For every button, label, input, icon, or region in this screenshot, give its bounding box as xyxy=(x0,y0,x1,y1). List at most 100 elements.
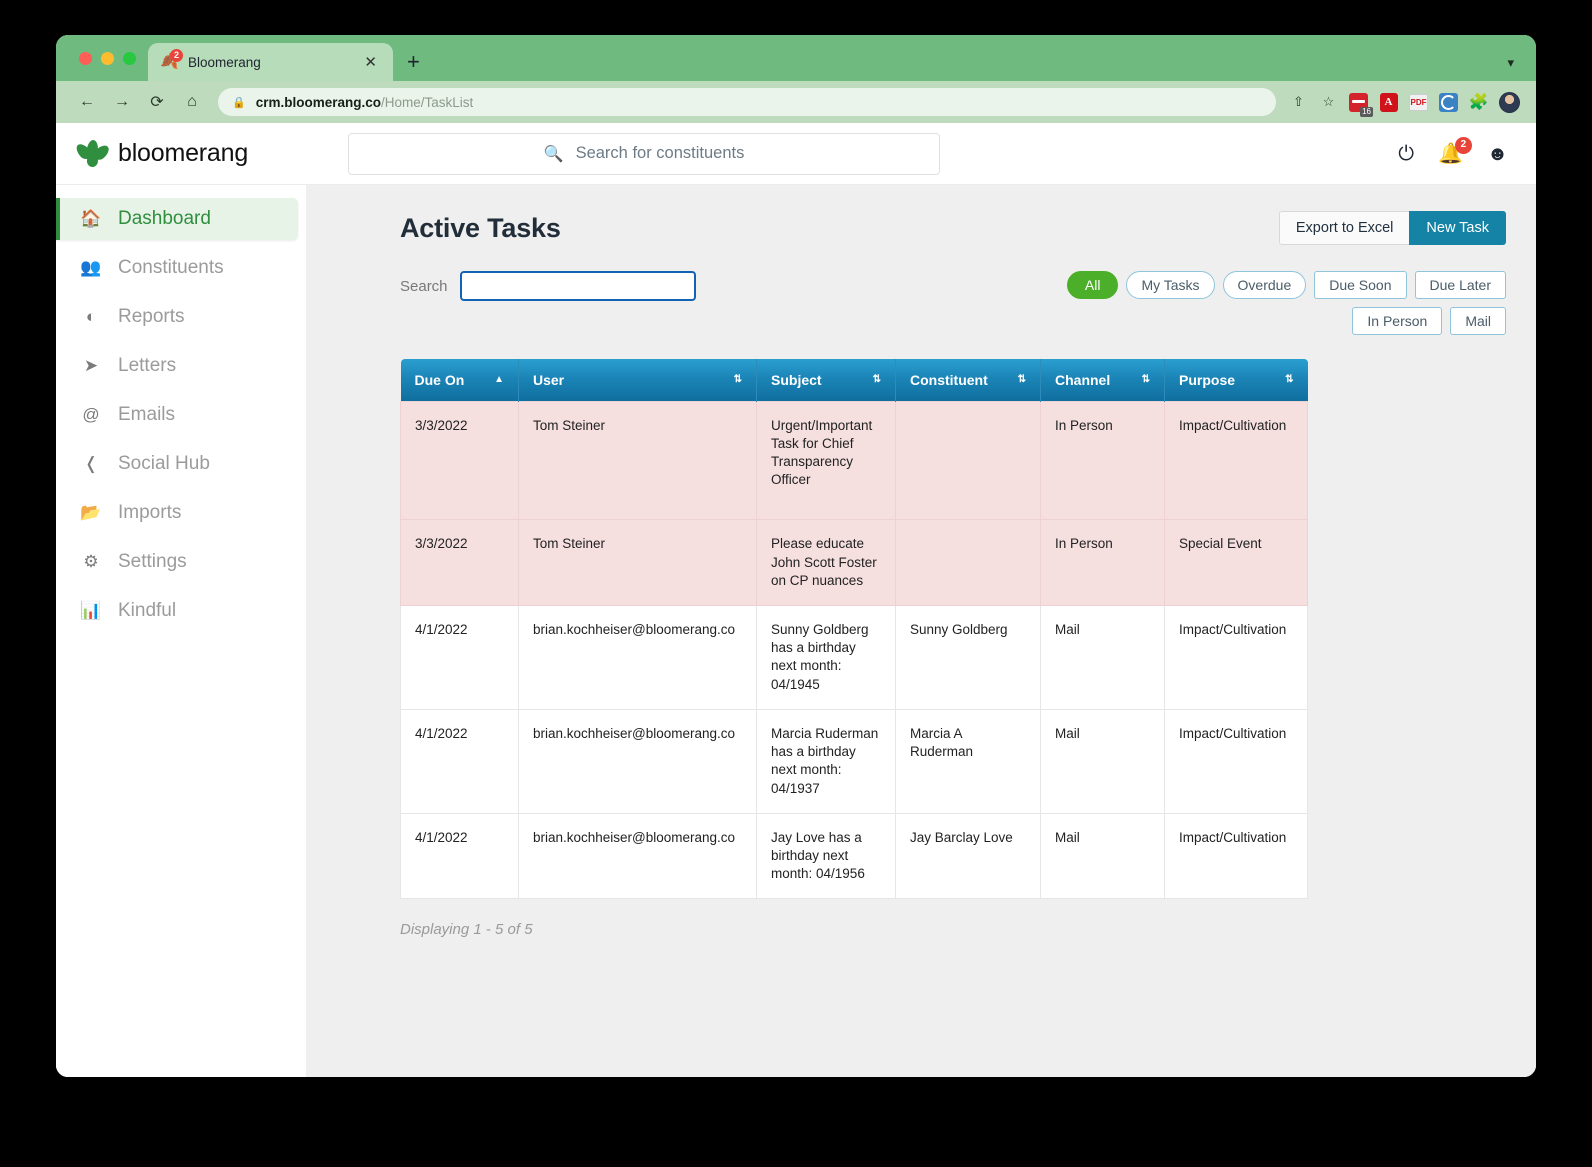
favicon-badge: 2 xyxy=(170,49,183,62)
table-row[interactable]: 4/1/2022 brian.kochheiser@bloomerang.co … xyxy=(400,708,1308,814)
filter-chip-mail[interactable]: Mail xyxy=(1450,307,1506,335)
filter-chip-all[interactable]: All xyxy=(1066,271,1119,299)
main-content: Active Tasks Export to Excel New Task Se… xyxy=(306,185,1536,1077)
bloomerang-leaf-logo-icon xyxy=(73,138,112,167)
column-header-user[interactable]: User ⇅ xyxy=(518,359,757,401)
calendar-badge: 16 xyxy=(1360,106,1373,117)
url-domain: crm.bloomerang.co xyxy=(255,94,381,110)
cell-purpose: Impact/Cultivation xyxy=(1164,605,1308,710)
sidebar-item-social-hub[interactable]: ❬ Social Hub xyxy=(56,443,298,485)
column-header-constituent[interactable]: Constituent ⇅ xyxy=(895,359,1041,401)
at-sign-icon: @ xyxy=(82,405,100,424)
bell-icon[interactable]: 🔔 2 xyxy=(1438,136,1472,164)
cell-user: Tom Steiner xyxy=(518,519,757,607)
sidebar-item-imports[interactable]: 📂 Imports xyxy=(56,492,298,534)
table-row[interactable]: 3/3/2022 Tom Steiner Please educate John… xyxy=(400,519,1308,607)
adobe-pdf-extension-icon[interactable]: A xyxy=(1379,92,1398,112)
cell-constituent: Marcia A Ruderman xyxy=(895,708,1041,814)
cell-subject: Please educate John Scott Foster on CP n… xyxy=(756,519,896,607)
reload-button[interactable]: ⟳ xyxy=(142,87,172,117)
search-input[interactable] xyxy=(459,271,696,301)
column-header-channel[interactable]: Channel ⇅ xyxy=(1040,359,1165,401)
cell-user: Tom Steiner xyxy=(518,400,757,521)
export-to-excel-button[interactable]: Export to Excel xyxy=(1278,211,1410,245)
column-header-subject[interactable]: Subject ⇅ xyxy=(756,359,896,401)
cell-channel: In Person xyxy=(1040,400,1165,521)
sidebar-item-settings[interactable]: ⚙ Settings xyxy=(56,541,298,583)
sidebar-item-reports[interactable]: ◐ Reports xyxy=(56,296,298,338)
calendar-extension-icon[interactable]: 16 xyxy=(1349,92,1373,117)
cell-due-on: 4/1/2022 xyxy=(400,605,519,710)
help-icon[interactable]: ⏻ xyxy=(1398,144,1414,164)
cell-purpose: Special Event xyxy=(1164,519,1308,607)
lock-icon: 🔒 xyxy=(232,96,246,109)
back-button[interactable]: ← xyxy=(72,87,102,117)
grammarly-extension-icon[interactable] xyxy=(1439,92,1458,112)
task-search-group: Search xyxy=(400,271,696,301)
bloomerang-app: bloomerang 🔍 Search for constituents ⏻ 🔔… xyxy=(56,123,1536,1077)
column-header-due-on[interactable]: Due On ▲ xyxy=(400,359,519,401)
profile-avatar[interactable] xyxy=(1499,91,1520,113)
puzzle-extensions-icon[interactable]: 🧩 xyxy=(1469,93,1489,112)
filter-chip-due-later[interactable]: Due Later xyxy=(1414,271,1506,299)
browser-toolbar: ← → ⟳ ⌂ 🔒 crm.bloomerang.co/Home/TaskLis… xyxy=(56,81,1536,123)
cell-channel: Mail xyxy=(1040,708,1165,814)
forward-button[interactable]: → xyxy=(107,87,137,117)
table-row[interactable]: 4/1/2022 brian.kochheiser@bloomerang.co … xyxy=(400,605,1308,710)
chevron-down-icon[interactable]: ▾ xyxy=(1507,55,1514,71)
cell-subject: Marcia Ruderman has a birthday next mont… xyxy=(756,708,896,814)
table-row[interactable]: 3/3/2022 Tom Steiner Urgent/Important Ta… xyxy=(400,400,1308,521)
cell-subject: Jay Love has a birthday next month: 04/1… xyxy=(756,812,896,900)
cell-purpose: Impact/Cultivation xyxy=(1164,400,1308,521)
sidebar-item-label: Letters xyxy=(118,355,177,376)
pdf-tool-extension-icon[interactable]: PDF xyxy=(1409,93,1428,112)
pie-chart-icon: ◐ xyxy=(85,307,97,326)
column-label: Channel xyxy=(1055,371,1111,388)
toolbar-icons: ⇧ ☆ 16 A PDF 🧩 xyxy=(1289,91,1520,117)
url-path: /Home/TaskList xyxy=(380,94,474,110)
sort-icon: ⇅ xyxy=(1285,373,1294,385)
page-header: Active Tasks Export to Excel New Task xyxy=(400,211,1506,245)
folder-upload-icon: 📂 xyxy=(80,503,102,522)
cell-due-on: 4/1/2022 xyxy=(400,708,519,814)
sidebar-item-emails[interactable]: @ Emails xyxy=(56,394,298,436)
account-circle-icon[interactable]: ☻ xyxy=(1487,144,1508,164)
column-header-purpose[interactable]: Purpose ⇅ xyxy=(1164,359,1308,401)
bloomerang-logo[interactable]: bloomerang xyxy=(73,138,310,168)
close-icon[interactable]: ✕ xyxy=(360,53,381,72)
sidebar-item-label: Social Hub xyxy=(118,453,210,474)
header-actions: ⏻ 🔔 2 ☻ xyxy=(1398,136,1508,164)
address-bar[interactable]: 🔒 crm.bloomerang.co/Home/TaskList xyxy=(218,88,1276,116)
cell-constituent: Sunny Goldberg xyxy=(895,605,1041,710)
browser-tab[interactable]: 🍂 2 Bloomerang ✕ xyxy=(148,43,393,81)
column-label: Constituent xyxy=(910,371,988,388)
page-title: Active Tasks xyxy=(400,212,561,243)
sidebar-item-letters[interactable]: ➤ Letters xyxy=(56,345,298,387)
cell-purpose: Impact/Cultivation xyxy=(1164,708,1308,814)
sidebar-item-label: Emails xyxy=(118,404,176,425)
minimize-window-button[interactable] xyxy=(101,52,114,65)
new-tab-button[interactable]: + xyxy=(407,49,420,81)
sidebar-item-label: Imports xyxy=(118,502,182,523)
sidebar-item-label: Kindful xyxy=(118,600,177,621)
new-task-button[interactable]: New Task xyxy=(1409,211,1506,245)
table-row[interactable]: 4/1/2022 brian.kochheiser@bloomerang.co … xyxy=(400,812,1308,900)
cell-channel: Mail xyxy=(1040,812,1165,900)
filter-chip-in-person[interactable]: In Person xyxy=(1352,307,1443,335)
filter-chip-due-soon[interactable]: Due Soon xyxy=(1314,271,1407,299)
filter-chip-overdue[interactable]: Overdue xyxy=(1222,271,1307,299)
constituent-search-input[interactable]: 🔍 Search for constituents xyxy=(348,132,940,175)
logo-text: bloomerang xyxy=(118,139,249,167)
home-button[interactable]: ⌂ xyxy=(177,87,207,117)
bookmark-star-icon[interactable]: ☆ xyxy=(1319,93,1338,112)
sidebar-item-constituents[interactable]: 👥 Constituents xyxy=(56,247,298,289)
cell-constituent: Jay Barclay Love xyxy=(895,812,1041,900)
sidebar-item-dashboard[interactable]: 🏠 Dashboard xyxy=(56,198,298,240)
cell-user: brian.kochheiser@bloomerang.co xyxy=(518,708,757,814)
share-icon[interactable]: ⇧ xyxy=(1289,93,1308,112)
close-window-button[interactable] xyxy=(79,52,92,65)
filter-chip-my-tasks[interactable]: My Tasks xyxy=(1126,271,1215,299)
sidebar-item-kindful[interactable]: 📊 Kindful xyxy=(56,590,298,632)
cell-constituent xyxy=(895,400,1041,521)
maximize-window-button[interactable] xyxy=(123,52,136,65)
